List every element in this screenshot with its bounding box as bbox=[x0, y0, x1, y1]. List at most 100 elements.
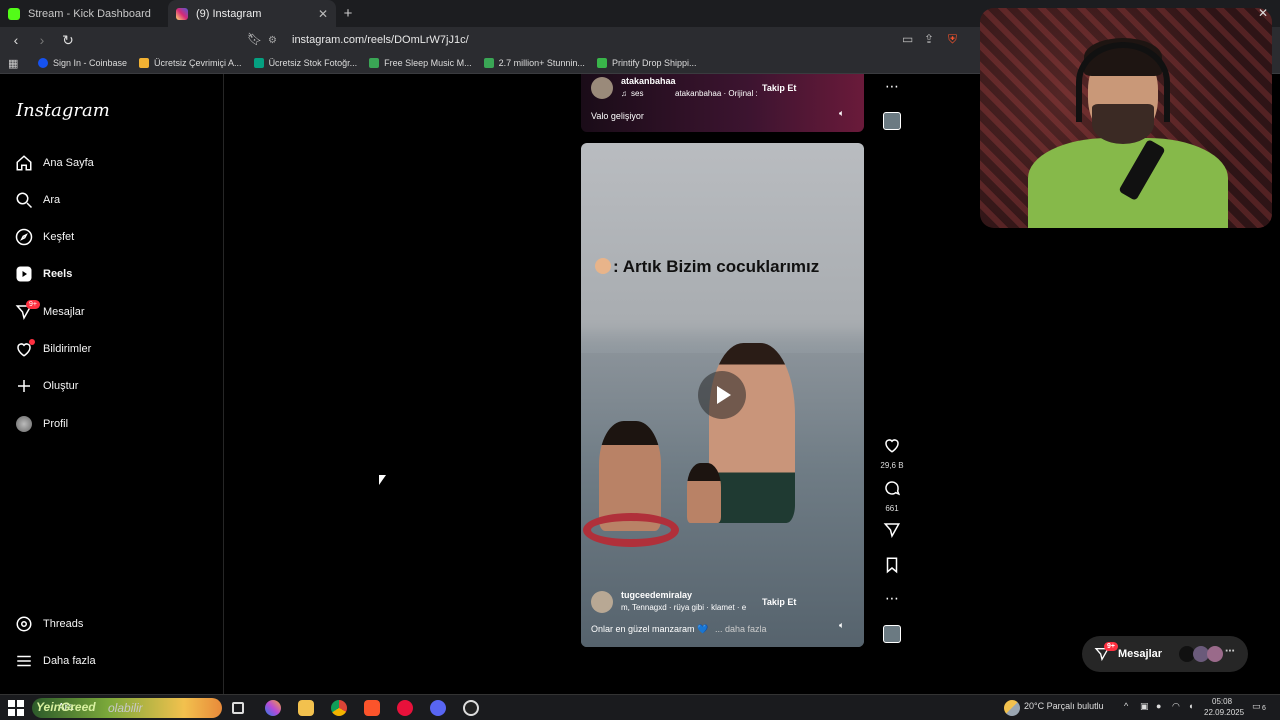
bookmark-item[interactable]: Ücretsiz Stok Fotoğr... bbox=[253, 58, 357, 68]
bookmark-item[interactable]: Ücretsiz Çevrimiçi A... bbox=[139, 58, 242, 68]
site-info-icon[interactable]: ⚙ bbox=[268, 35, 284, 46]
new-tab-button[interactable]: + bbox=[336, 0, 360, 27]
more-options-icon[interactable]: ⋯ bbox=[880, 590, 904, 607]
instagram-favicon-icon bbox=[176, 7, 188, 20]
bookmark-favicon-icon bbox=[253, 58, 264, 68]
reload-button[interactable]: ↻ bbox=[58, 30, 78, 50]
cast-icon[interactable]: ▭ bbox=[902, 32, 913, 46]
file-explorer-icon[interactable] bbox=[298, 700, 314, 716]
sidebar-item-threads[interactable]: Threads bbox=[14, 612, 83, 636]
audio-thumbnail[interactable] bbox=[883, 112, 901, 130]
notification-dot bbox=[29, 339, 35, 345]
bookmark-favicon-icon bbox=[139, 58, 150, 68]
like-button[interactable]: 29,6 B bbox=[880, 436, 904, 470]
clock-date[interactable]: 22.09.2025 bbox=[1204, 708, 1244, 717]
speaker-icon[interactable]: ◖ bbox=[1188, 701, 1193, 711]
reel-audio[interactable]: m, Tennagxd · rüya gibi · klamet · e bbox=[621, 603, 746, 612]
sidebar-item-explore[interactable]: Keşfet bbox=[14, 225, 74, 249]
notification-icon[interactable]: ▭ bbox=[1252, 701, 1261, 712]
chat-app-icon[interactable] bbox=[430, 700, 446, 716]
notification-count: 6 bbox=[1262, 705, 1266, 712]
apps-grid-icon[interactable]: ▦ bbox=[8, 57, 26, 70]
brave-shield-icon[interactable]: ⛨ bbox=[948, 32, 957, 47]
sidebar-item-search[interactable]: Ara bbox=[14, 188, 60, 212]
avatar bbox=[1207, 646, 1223, 662]
webcam-overlay bbox=[980, 8, 1272, 228]
chrome-icon[interactable] bbox=[331, 700, 347, 716]
wifi-icon[interactable]: ◠ bbox=[1172, 701, 1180, 712]
heart-icon bbox=[885, 439, 899, 453]
reel-username[interactable]: atakanbahaa bbox=[621, 76, 676, 86]
bookmark-item[interactable]: 2.7 million+ Stunnin... bbox=[483, 58, 585, 68]
copilot-icon[interactable] bbox=[265, 700, 281, 716]
close-icon[interactable]: ✕ bbox=[1258, 6, 1268, 20]
comment-button[interactable]: 661 bbox=[880, 479, 904, 513]
forward-button[interactable]: › bbox=[32, 30, 52, 50]
reel-audio[interactable]: ses bbox=[631, 89, 643, 98]
weather-text[interactable]: 20°C Parçalı bulutlu bbox=[1024, 701, 1104, 711]
sidebar-item-notifications[interactable]: Bildirimler bbox=[14, 337, 91, 361]
share-icon[interactable]: ⇪ bbox=[924, 32, 934, 46]
media-player-icon[interactable] bbox=[397, 700, 413, 716]
previous-reel[interactable]: atakanbahaa ♫ ses atakanbahaa · Orijinal… bbox=[581, 74, 864, 132]
share-button[interactable] bbox=[880, 521, 904, 544]
follow-button[interactable]: Takip Et bbox=[762, 597, 796, 607]
search-icon bbox=[14, 190, 34, 210]
reel-caption: Onlar en güzel manzaram 💙 bbox=[591, 624, 709, 634]
url-field[interactable]: ⚙ instagram.com/reels/DOmLrW7jJ1c/ bbox=[268, 30, 968, 50]
instagram-sidebar: Instagram Ana Sayfa Ara Keşfet Reels 9+ … bbox=[0, 74, 224, 694]
current-reel[interactable]: : Artık Bizim cocuklarımız tugceedemiral… bbox=[581, 143, 864, 647]
messages-pill[interactable]: 9+ Mesajlar ⋯ bbox=[1082, 636, 1248, 672]
save-button[interactable] bbox=[880, 556, 904, 579]
home-icon bbox=[14, 153, 34, 173]
comment-count: 661 bbox=[885, 504, 899, 513]
back-button[interactable]: ‹ bbox=[6, 30, 26, 50]
chevron-up-icon[interactable]: ^ bbox=[1124, 701, 1128, 711]
follow-button[interactable]: Takip Et bbox=[762, 83, 796, 93]
headphones bbox=[1076, 42, 1170, 122]
reels-icon bbox=[14, 264, 34, 284]
sidebar-item-more[interactable]: Daha fazla bbox=[14, 649, 96, 673]
more-caption-link[interactable]: ... daha fazla bbox=[715, 624, 767, 634]
messenger-icon: 9+ bbox=[14, 300, 40, 322]
obs-icon[interactable] bbox=[463, 700, 479, 716]
reel-audio-detail[interactable]: atakanbahaa · Orijinal : bbox=[675, 89, 758, 98]
reel-username[interactable]: tugceedemiralay bbox=[621, 590, 692, 600]
tab-kick-dashboard[interactable]: Stream - Kick Dashboard bbox=[0, 0, 168, 27]
brave-icon[interactable] bbox=[364, 700, 380, 716]
clock-time[interactable]: 05:08 bbox=[1212, 697, 1232, 706]
send-icon bbox=[883, 523, 901, 539]
sidebar-item-create[interactable]: Oluştur bbox=[14, 374, 78, 398]
bookmark-favicon-icon bbox=[483, 58, 494, 68]
tab-instagram[interactable]: (9) Instagram ✕ bbox=[168, 0, 336, 27]
sidebar-item-reels[interactable]: Reels bbox=[14, 262, 72, 286]
more-options-icon[interactable]: ⋯ bbox=[880, 78, 904, 95]
avatar[interactable] bbox=[591, 591, 613, 613]
plus-icon bbox=[14, 376, 34, 396]
windows-start-icon[interactable] bbox=[8, 700, 24, 716]
sidebar-item-profile[interactable]: Profil bbox=[14, 412, 68, 436]
sidebar-item-home[interactable]: Ana Sayfa bbox=[14, 151, 94, 175]
bookmark-icon[interactable]: 🔖︎ bbox=[247, 32, 262, 46]
audio-thumbnail[interactable] bbox=[883, 625, 901, 643]
close-tab-icon[interactable]: ✕ bbox=[318, 7, 328, 21]
play-button[interactable] bbox=[698, 371, 746, 419]
bookmark-item[interactable]: Free Sleep Music M... bbox=[369, 58, 472, 68]
task-view-icon[interactable] bbox=[232, 702, 244, 714]
threads-icon bbox=[14, 614, 34, 634]
url-text: instagram.com/reels/DOmLrW7jJ1c/ bbox=[292, 34, 469, 46]
comment-icon bbox=[885, 481, 901, 496]
sidebar-item-messages[interactable]: 9+ Mesajlar bbox=[14, 300, 85, 324]
like-count: 29,6 B bbox=[880, 461, 904, 470]
avatar[interactable] bbox=[591, 77, 613, 99]
weather-icon[interactable] bbox=[1004, 700, 1020, 716]
volume-icon[interactable]: 🔈︎ bbox=[839, 108, 844, 119]
instagram-logo[interactable]: Instagram bbox=[16, 100, 110, 121]
taskbar-search[interactable]: YeinGreed Ara olabilir bbox=[32, 698, 222, 718]
microphone-icon[interactable]: ● bbox=[1156, 701, 1161, 711]
bookmark-item[interactable]: Printify Drop Shippi... bbox=[596, 58, 696, 68]
bookmark-coinbase[interactable]: Sign In - Coinbase bbox=[38, 58, 127, 68]
volume-icon[interactable]: 🔈︎ bbox=[839, 620, 844, 631]
mouse-cursor bbox=[379, 475, 386, 485]
network-icon[interactable]: ▣ bbox=[1140, 701, 1149, 712]
